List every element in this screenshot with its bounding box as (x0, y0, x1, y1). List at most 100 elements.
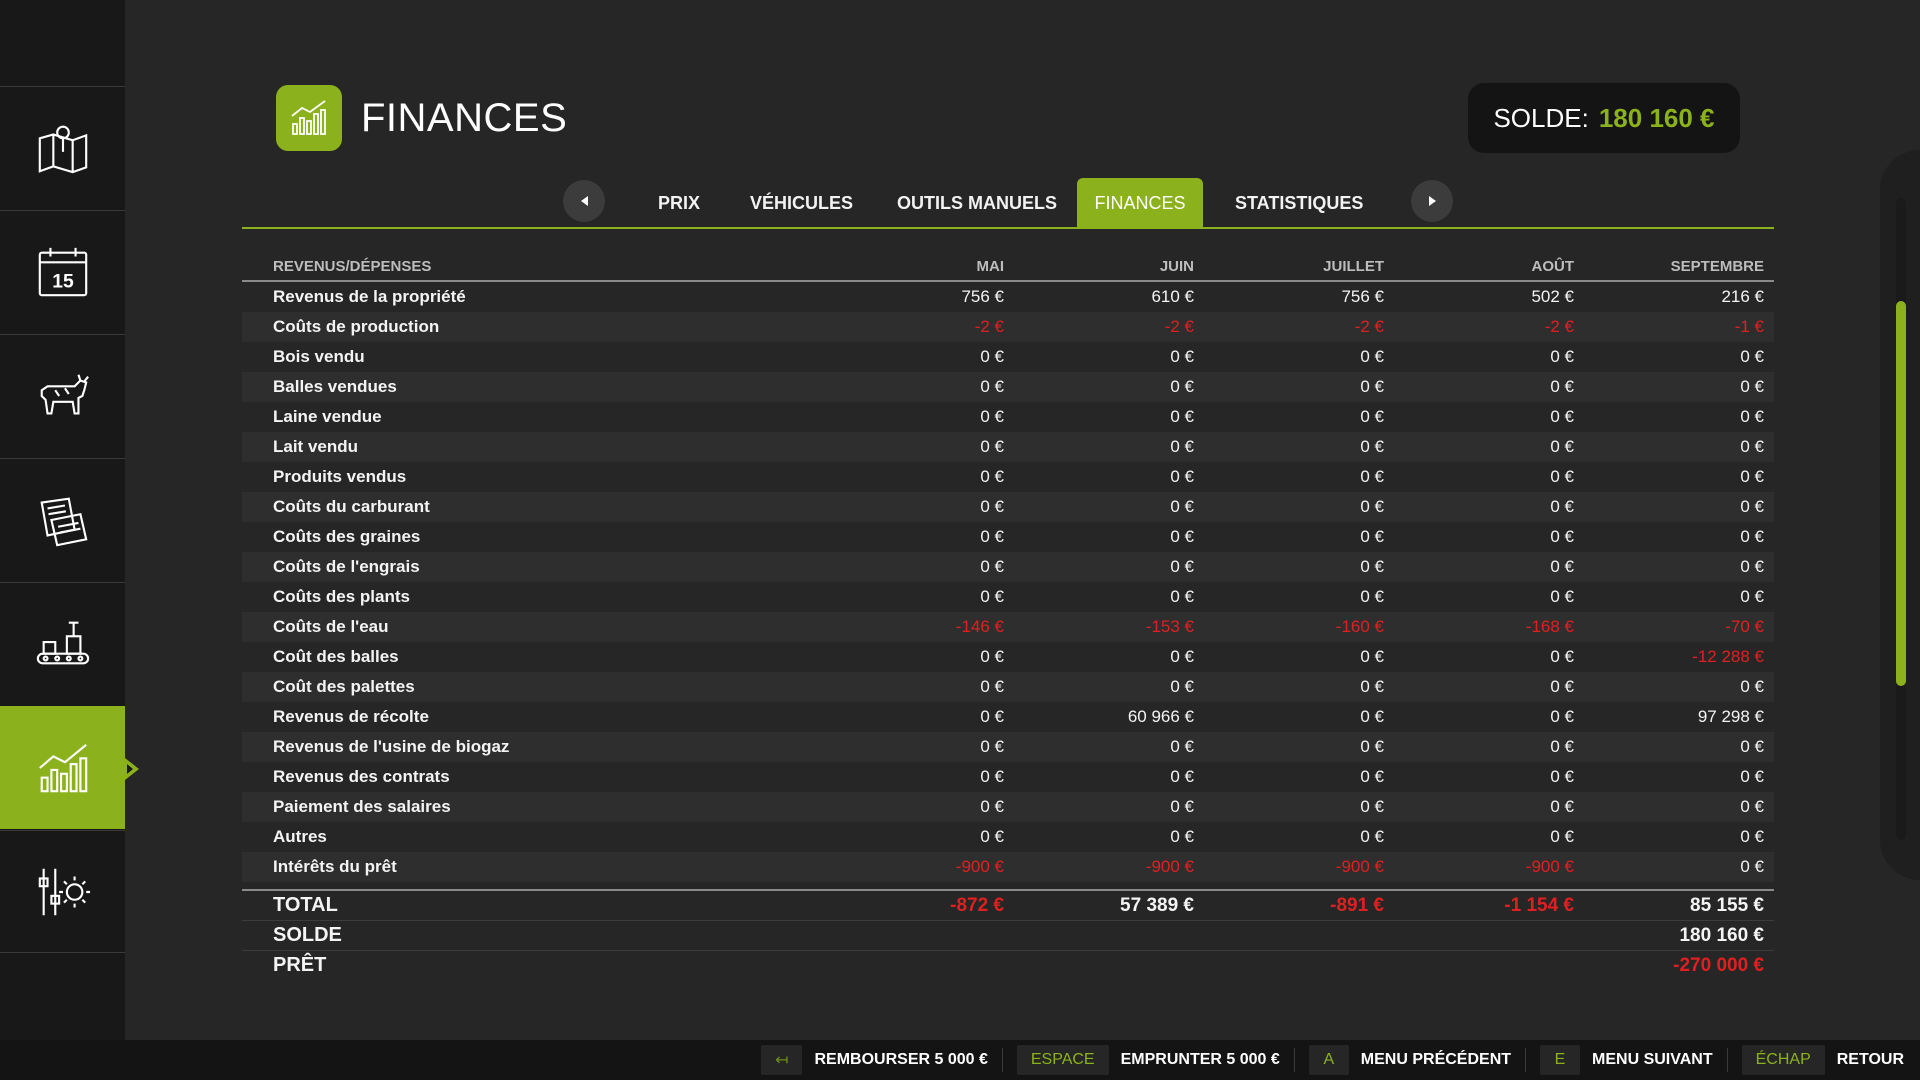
tab-statistiques[interactable]: STATISTIQUES (1215, 178, 1383, 228)
sidebar-item-animals[interactable] (0, 334, 125, 457)
table-row: Balles vendues 0 € 0 € 0 € 0 € 0 € (242, 372, 1774, 402)
row-value: 0 € (1360, 497, 1384, 516)
row-label: Coûts du carburant (273, 497, 430, 516)
sidebar-item-settings[interactable] (0, 830, 125, 953)
row-value: -2 € (1354, 317, 1384, 336)
row-value: 60 966 € (1127, 707, 1194, 726)
row-value: 0 € (980, 407, 1004, 426)
hint-next-menu[interactable]: E MENU SUIVANT (1526, 1045, 1728, 1075)
row-value: 502 € (1531, 287, 1574, 306)
tab-prix[interactable]: PRIX (638, 178, 720, 228)
summary-value: -270 000 € (1673, 955, 1764, 976)
row-value: 0 € (1550, 767, 1574, 786)
summary-value: -872 € (950, 895, 1004, 916)
finances-chart-icon (38, 743, 87, 793)
row-label: Coûts de l'engrais (273, 557, 420, 576)
hint-borrow[interactable]: ESPACE EMPRUNTER 5 000 € (1003, 1045, 1295, 1075)
row-value: 0 € (1360, 767, 1384, 786)
row-label: Bois vendu (273, 347, 365, 366)
summary-row: TOTAL -872 € 57 389 € -891 € -1 154 € 85 155 … (242, 891, 1774, 921)
row-label: Intérêts du prêt (273, 857, 397, 876)
tab-vehicules[interactable]: VÉHICULES (730, 178, 873, 228)
arrow-right-icon (1428, 196, 1436, 206)
row-value: 0 € (980, 467, 1004, 486)
footer-hints: ↤ REMBOURSER 5 000 € ESPACE EMPRUNTER 5 … (0, 1040, 1920, 1080)
row-value: 0 € (1170, 467, 1194, 486)
key-a: A (1308, 1045, 1349, 1075)
hint-repay[interactable]: ↤ REMBOURSER 5 000 € (747, 1045, 1003, 1075)
production-icon (36, 621, 89, 665)
table-row: Produits vendus 0 € 0 € 0 € 0 € 0 € (242, 462, 1774, 492)
row-value: 0 € (980, 737, 1004, 756)
balance-display: SOLDE: 180 160 € (1468, 83, 1740, 153)
map-icon (38, 125, 87, 174)
row-value: 0 € (1550, 437, 1574, 456)
table-row: Coûts de production -2 € -2 € -2 € -2 € -1 € (242, 312, 1774, 342)
row-label: Revenus des contrats (273, 767, 450, 786)
row-label: Coûts des graines (273, 527, 421, 546)
row-value: 0 € (1740, 797, 1764, 816)
sidebar-item-finances[interactable] (0, 706, 139, 829)
settings-icon (38, 868, 90, 915)
balance-label: SOLDE: (1493, 102, 1589, 133)
sidebar-item-map[interactable] (0, 86, 125, 209)
row-value: 0 € (1360, 557, 1384, 576)
column-header-month: JUILLET (1323, 258, 1384, 275)
column-header-month: MAI (976, 258, 1005, 275)
summary-row: PRÊT -270 000 € (242, 951, 1774, 981)
table-row: Revenus de l'usine de biogaz 0 € 0 € 0 € 0 €… (242, 732, 1774, 762)
row-label: Coûts de production (273, 317, 440, 336)
column-header-month: JUIN (1159, 258, 1194, 275)
page-title: FINANCES (361, 96, 568, 140)
tab-outils-manuels[interactable]: OUTILS MANUELS (877, 178, 1077, 228)
table-row: Coût des palettes 0 € 0 € 0 € 0 € 0 € (242, 672, 1774, 702)
summary-value: 85 155 € (1690, 895, 1764, 916)
key-e: E (1540, 1045, 1581, 1075)
row-value: 97 298 € (1697, 707, 1764, 726)
row-value: 610 € (1151, 287, 1194, 306)
hint-next-menu-label: MENU SUIVANT (1592, 1051, 1713, 1068)
row-value: -900 € (1525, 857, 1574, 876)
hint-previous-menu[interactable]: A MENU PRÉCÉDENT (1295, 1045, 1527, 1075)
row-value: 0 € (1550, 497, 1574, 516)
row-value: 0 € (1360, 827, 1384, 846)
row-value: -1 € (1734, 317, 1764, 336)
row-value: 0 € (980, 557, 1004, 576)
sidebar-item-calendar[interactable]: 15 (0, 210, 125, 333)
table-row: Coûts des graines 0 € 0 € 0 € 0 € 0 € (242, 522, 1774, 552)
row-value: 0 € (980, 437, 1004, 456)
row-value: 0 € (1170, 497, 1194, 516)
row-value: 0 € (1170, 527, 1194, 546)
row-value: 0 € (1550, 527, 1574, 546)
tab-next-button[interactable] (1411, 180, 1453, 222)
row-value: 0 € (1550, 647, 1574, 666)
hint-repay-label: REMBOURSER 5 000 € (814, 1051, 988, 1068)
table-summary: TOTAL -872 € 57 389 € -891 € -1 154 € 85 155 … (242, 891, 1774, 981)
table-row: Coûts de l'engrais 0 € 0 € 0 € 0 € 0 € (242, 552, 1774, 582)
row-value: -2 € (974, 317, 1004, 336)
row-value: 0 € (1550, 587, 1574, 606)
row-value: 756 € (961, 287, 1004, 306)
row-value: 0 € (1360, 587, 1384, 606)
table-row: Bois vendu 0 € 0 € 0 € 0 € 0 € (242, 342, 1774, 372)
row-value: 0 € (1740, 677, 1764, 696)
row-value: 0 € (1550, 677, 1574, 696)
table-row: Revenus des contrats 0 € 0 € 0 € 0 € 0 € (242, 762, 1774, 792)
tab-previous-button[interactable] (563, 180, 605, 222)
row-value: 0 € (1740, 737, 1764, 756)
sidebar-item-production[interactable] (0, 582, 125, 705)
tab-finances[interactable]: FINANCES (1077, 178, 1203, 228)
sidebar-item-contracts[interactable] (0, 458, 125, 581)
row-value: 0 € (1170, 797, 1194, 816)
scrollbar-thumb[interactable] (1896, 300, 1906, 686)
row-label: Produits vendus (273, 467, 407, 486)
row-value: 0 € (1360, 737, 1384, 756)
hint-back[interactable]: ÉCHAP RETOUR (1728, 1045, 1904, 1075)
arrow-left-icon (580, 196, 588, 206)
sidebar: 15 (0, 0, 139, 1040)
table-row: Coût des balles 0 € 0 € 0 € 0 € -12 288 € (242, 642, 1774, 672)
row-value: 0 € (1550, 347, 1574, 366)
row-value: 0 € (1550, 407, 1574, 426)
row-value: -2 € (1544, 317, 1574, 336)
row-value: 0 € (1360, 797, 1384, 816)
